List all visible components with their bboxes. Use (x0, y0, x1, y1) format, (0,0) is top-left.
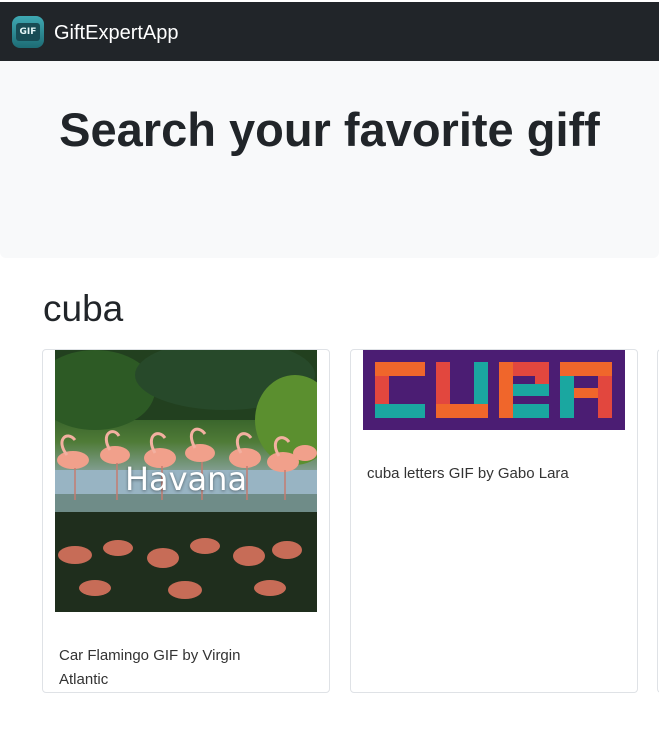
hero-banner (0, 61, 659, 258)
gif-card[interactable]: Havana Car Flamingo GIF by Virgin Atlant… (42, 349, 330, 693)
gif-title: cuba letters GIF by Gabo Lara (367, 465, 569, 482)
page-title: Search your favorite giff (59, 103, 600, 156)
category-title: cuba (43, 288, 124, 329)
gif-image-cuba-letters[interactable] (363, 350, 625, 430)
gif-card[interactable]: cuba letters GIF by Gabo Lara (350, 349, 638, 693)
gif-overlay-text: Havana (124, 460, 248, 498)
gif-title: Car Flamingo GIF by Virgin Atlantic (59, 647, 241, 688)
app-logo-icon[interactable]: GIF (12, 16, 44, 48)
gif-image-flamingo[interactable]: Havana (55, 350, 317, 612)
cuba-letters-illustration (363, 350, 625, 430)
app-logo-label: GIF (16, 23, 40, 41)
top-navbar: GIF GiftExpertApp (0, 2, 659, 61)
app-brand-link[interactable]: GiftExpertApp (54, 21, 179, 45)
